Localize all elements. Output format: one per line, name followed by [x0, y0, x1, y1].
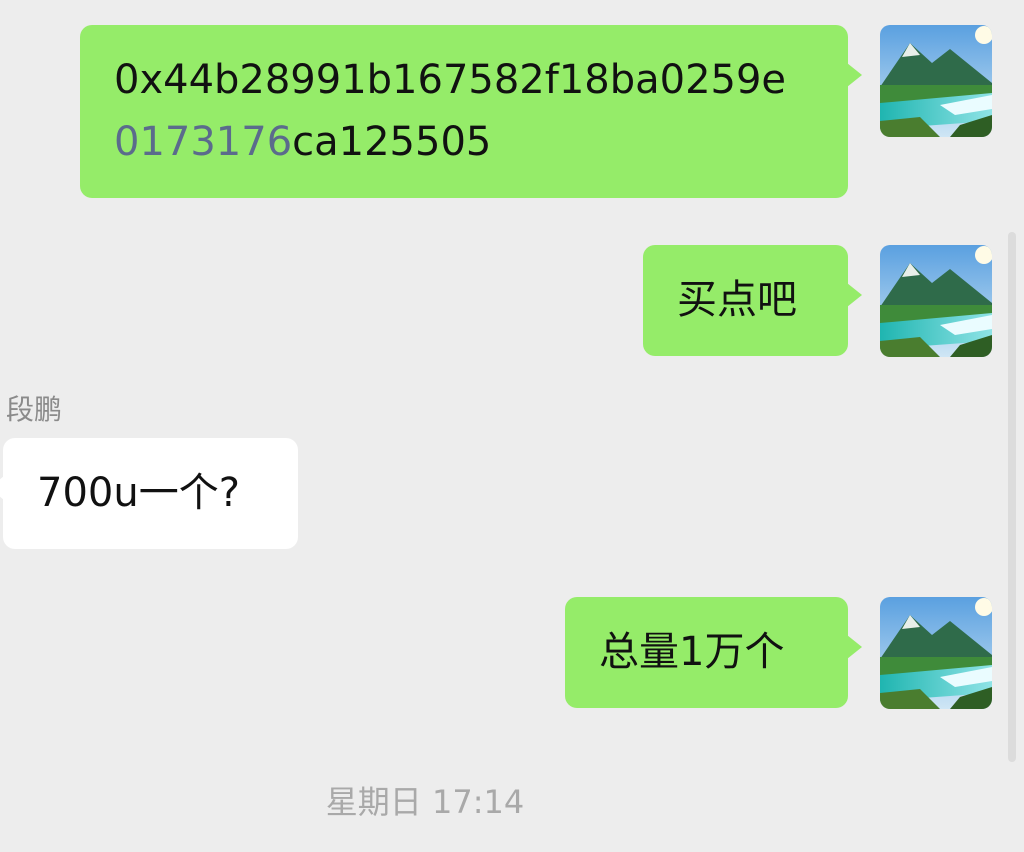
message-text: 700u一个?	[37, 470, 240, 516]
message-bubble-outgoing[interactable]: 总量1万个	[565, 597, 862, 708]
message-bubble-outgoing[interactable]: 0x44b28991b167582f18ba0259e 0173176ca125…	[80, 25, 862, 198]
mountain-lake-landscape-avatar-icon	[880, 245, 992, 357]
avatar[interactable]	[880, 245, 992, 357]
message-text: 总量1万个	[599, 629, 785, 675]
hash-line-2: 0173176ca125505	[114, 111, 848, 173]
message-timestamp: 星期日 17:14	[325, 783, 525, 821]
mountain-lake-landscape-avatar-icon	[880, 25, 992, 137]
chat-scrollbar[interactable]	[1008, 232, 1016, 762]
sender-name: 段鹏	[6, 393, 63, 426]
hash-line-2-rest: ca125505	[292, 119, 492, 165]
hash-line-1: 0x44b28991b167582f18ba0259e	[114, 57, 787, 103]
detected-number-link[interactable]: 0173176	[114, 119, 292, 165]
message-bubble-outgoing[interactable]: 买点吧	[643, 245, 862, 356]
bubble-tail	[847, 283, 862, 307]
message-text: 买点吧	[677, 277, 797, 323]
bubble-tail	[847, 63, 862, 87]
message-text: 0x44b28991b167582f18ba0259e 0173176ca125…	[114, 49, 848, 173]
bubble-tail	[0, 476, 4, 500]
bubble-tail	[847, 635, 862, 659]
mountain-lake-landscape-avatar-icon	[880, 597, 992, 709]
avatar[interactable]	[880, 25, 992, 137]
message-bubble-incoming[interactable]: 700u一个?	[0, 438, 298, 549]
avatar[interactable]	[880, 597, 992, 709]
